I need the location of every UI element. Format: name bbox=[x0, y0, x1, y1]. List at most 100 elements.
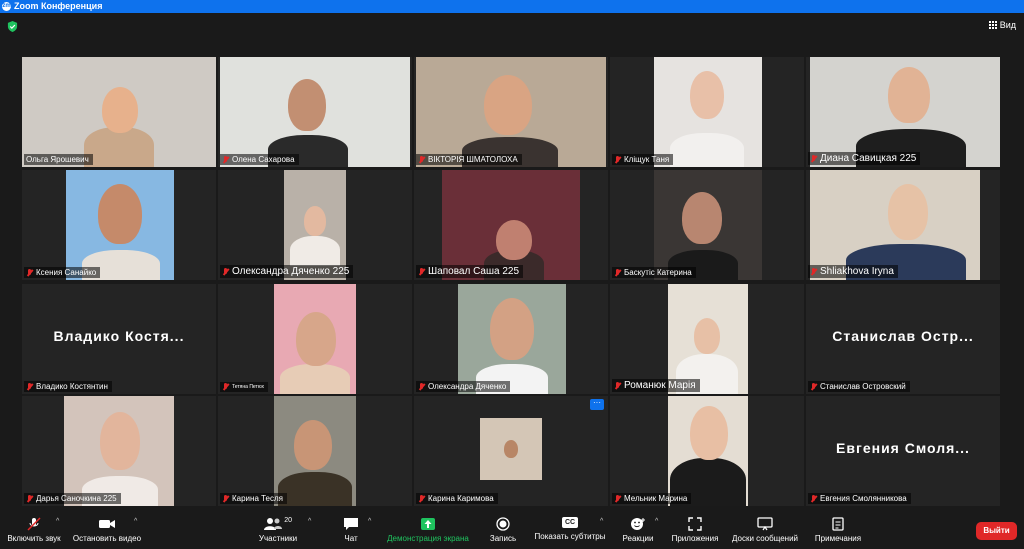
participant-display-name: Станислав Остр... bbox=[832, 328, 974, 344]
video-tile[interactable]: Баскутіс Катерина bbox=[610, 170, 804, 280]
apps-icon bbox=[688, 517, 702, 531]
zoom-logo-icon: zm bbox=[2, 2, 11, 11]
participant-name: Тетяна Петюх bbox=[220, 382, 269, 392]
participant-display-name: Владико Костя... bbox=[53, 328, 185, 344]
view-button[interactable]: Вид bbox=[988, 20, 1016, 30]
participant-name: Карина Каримова bbox=[416, 493, 498, 504]
video-camera-icon bbox=[99, 520, 115, 528]
video-tile[interactable]: ··· Карина Каримова bbox=[414, 396, 608, 506]
whiteboard-icon bbox=[757, 517, 773, 531]
participant-name: Кліщук Таня bbox=[612, 154, 674, 165]
window-titlebar: zm Zoom Конференция bbox=[0, 0, 1024, 13]
grid-icon bbox=[988, 21, 997, 29]
mic-muted-icon bbox=[614, 268, 621, 277]
video-tile[interactable]: Кліщук Таня bbox=[610, 57, 804, 167]
video-tile[interactable]: Мельник Марина bbox=[610, 396, 804, 506]
mic-muted-icon bbox=[418, 155, 425, 164]
subtitles-options-chevron-icon[interactable]: ^ bbox=[600, 518, 603, 525]
participant-name: Владико Костянтин bbox=[24, 381, 112, 392]
mic-muted-icon bbox=[810, 382, 817, 391]
mic-muted-icon bbox=[614, 494, 621, 503]
apps-button[interactable]: Приложения bbox=[668, 517, 722, 543]
video-tile[interactable]: Тетяна Петюх bbox=[218, 284, 412, 394]
participant-name: Диана Савицкая 225 bbox=[808, 152, 921, 165]
participant-display-name: Евгения Смоля... bbox=[836, 440, 970, 456]
participant-name: Shliakhova Iryna bbox=[808, 265, 898, 278]
video-tile[interactable]: Романюк Марія bbox=[610, 284, 804, 394]
mic-muted-icon bbox=[810, 267, 817, 276]
audio-options-chevron-icon[interactable]: ^ bbox=[56, 518, 59, 525]
mic-muted-icon bbox=[418, 494, 425, 503]
view-label: Вид bbox=[999, 20, 1016, 30]
participant-name: Олександра Дяченко bbox=[416, 381, 511, 392]
participant-name: Карина Тесля bbox=[220, 493, 288, 504]
mic-muted-icon bbox=[26, 382, 33, 391]
video-tile[interactable]: Олександра Дяченко 225 bbox=[218, 170, 412, 280]
chat-button[interactable]: Чат bbox=[336, 517, 366, 543]
video-tile[interactable]: Дарья Саночкина 225 bbox=[22, 396, 216, 506]
reactions-button[interactable]: Реакции bbox=[618, 517, 658, 543]
mic-muted-icon bbox=[222, 383, 229, 391]
video-tile[interactable]: Шаповал Саша 225 bbox=[414, 170, 608, 280]
unmute-button[interactable]: Включить звук bbox=[4, 517, 64, 543]
participant-name: Шаповал Саша 225 bbox=[416, 265, 524, 278]
mic-muted-icon bbox=[26, 494, 33, 503]
stop-video-button[interactable]: Остановить видео bbox=[70, 517, 144, 543]
video-tile[interactable]: Ксения Санайко bbox=[22, 170, 216, 280]
record-icon bbox=[496, 517, 510, 531]
mic-muted-icon bbox=[26, 268, 33, 277]
participant-name: Романюк Марія bbox=[612, 379, 700, 392]
mic-muted-icon bbox=[222, 267, 229, 276]
video-tile[interactable]: Shliakhova Iryna bbox=[806, 170, 1000, 280]
participant-name: Ксения Санайко bbox=[24, 267, 101, 278]
mic-muted-icon bbox=[418, 382, 425, 391]
video-tile[interactable]: Ольга Ярошевич bbox=[22, 57, 216, 167]
window-title: Zoom Конференция bbox=[14, 1, 103, 11]
chat-icon bbox=[344, 518, 358, 530]
share-screen-button[interactable]: Демонстрация экрана bbox=[384, 517, 472, 543]
top-bar bbox=[0, 13, 1024, 41]
leave-meeting-button[interactable]: Выйти bbox=[976, 522, 1017, 540]
mic-muted-icon bbox=[222, 494, 229, 503]
chat-options-chevron-icon[interactable]: ^ bbox=[368, 518, 371, 525]
whiteboards-button[interactable]: Доски сообщений bbox=[728, 517, 802, 543]
participant-name: ВІКТОРІЯ ШМАТОЛОХА bbox=[416, 154, 522, 165]
participant-name: Баскутіс Катерина bbox=[612, 267, 696, 278]
participant-name: Евгения Смолянникова bbox=[808, 493, 911, 504]
notes-icon bbox=[832, 517, 844, 531]
meeting-toolbar: Включить звук ^ Остановить видео ^ 20 Уч… bbox=[0, 513, 1024, 549]
participant-name: Олена Сахарова bbox=[220, 154, 299, 165]
video-tile[interactable]: Диана Савицкая 225 bbox=[806, 57, 1000, 167]
participant-name: Дарья Саночкина 225 bbox=[24, 493, 121, 504]
participant-name: Ольга Ярошевич bbox=[24, 154, 93, 165]
record-button[interactable]: Запись bbox=[486, 517, 520, 543]
participants-icon bbox=[263, 518, 282, 530]
reactions-options-chevron-icon[interactable]: ^ bbox=[655, 518, 658, 525]
mic-muted-icon bbox=[27, 517, 41, 531]
video-tile[interactable]: Олександра Дяченко bbox=[414, 284, 608, 394]
more-options-button[interactable]: ··· bbox=[590, 399, 604, 410]
video-tile[interactable]: Станислав Остр... Станислав Островский bbox=[806, 284, 1000, 394]
video-tile[interactable]: Евгения Смоля... Евгения Смолянникова bbox=[806, 396, 1000, 506]
mic-muted-icon bbox=[810, 494, 817, 503]
mic-muted-icon bbox=[810, 154, 817, 163]
video-tile[interactable]: Владико Костя... Владико Костянтин bbox=[22, 284, 216, 394]
participants-count: 20 bbox=[284, 517, 293, 524]
participants-button[interactable]: 20 Участники bbox=[252, 517, 304, 543]
video-tile[interactable]: ВІКТОРІЯ ШМАТОЛОХА bbox=[414, 57, 608, 167]
video-tile[interactable]: Олена Сахарова bbox=[218, 57, 412, 167]
mic-muted-icon bbox=[614, 381, 621, 390]
participants-options-chevron-icon[interactable]: ^ bbox=[308, 518, 311, 525]
mic-muted-icon bbox=[614, 155, 621, 164]
notes-button[interactable]: Примечания bbox=[810, 517, 866, 543]
participant-name: Олександра Дяченко 225 bbox=[220, 265, 354, 278]
mic-muted-icon bbox=[222, 155, 229, 164]
video-tile[interactable]: Карина Тесля bbox=[218, 396, 412, 506]
shield-icon[interactable] bbox=[7, 21, 18, 32]
smiley-icon bbox=[631, 518, 645, 530]
share-screen-icon bbox=[421, 518, 435, 530]
closed-captions-icon: CC bbox=[562, 517, 578, 528]
participant-name: Мельник Марина bbox=[612, 493, 692, 504]
video-options-chevron-icon[interactable]: ^ bbox=[134, 518, 137, 525]
show-subtitles-button[interactable]: CC Показать субтитры bbox=[532, 517, 608, 541]
